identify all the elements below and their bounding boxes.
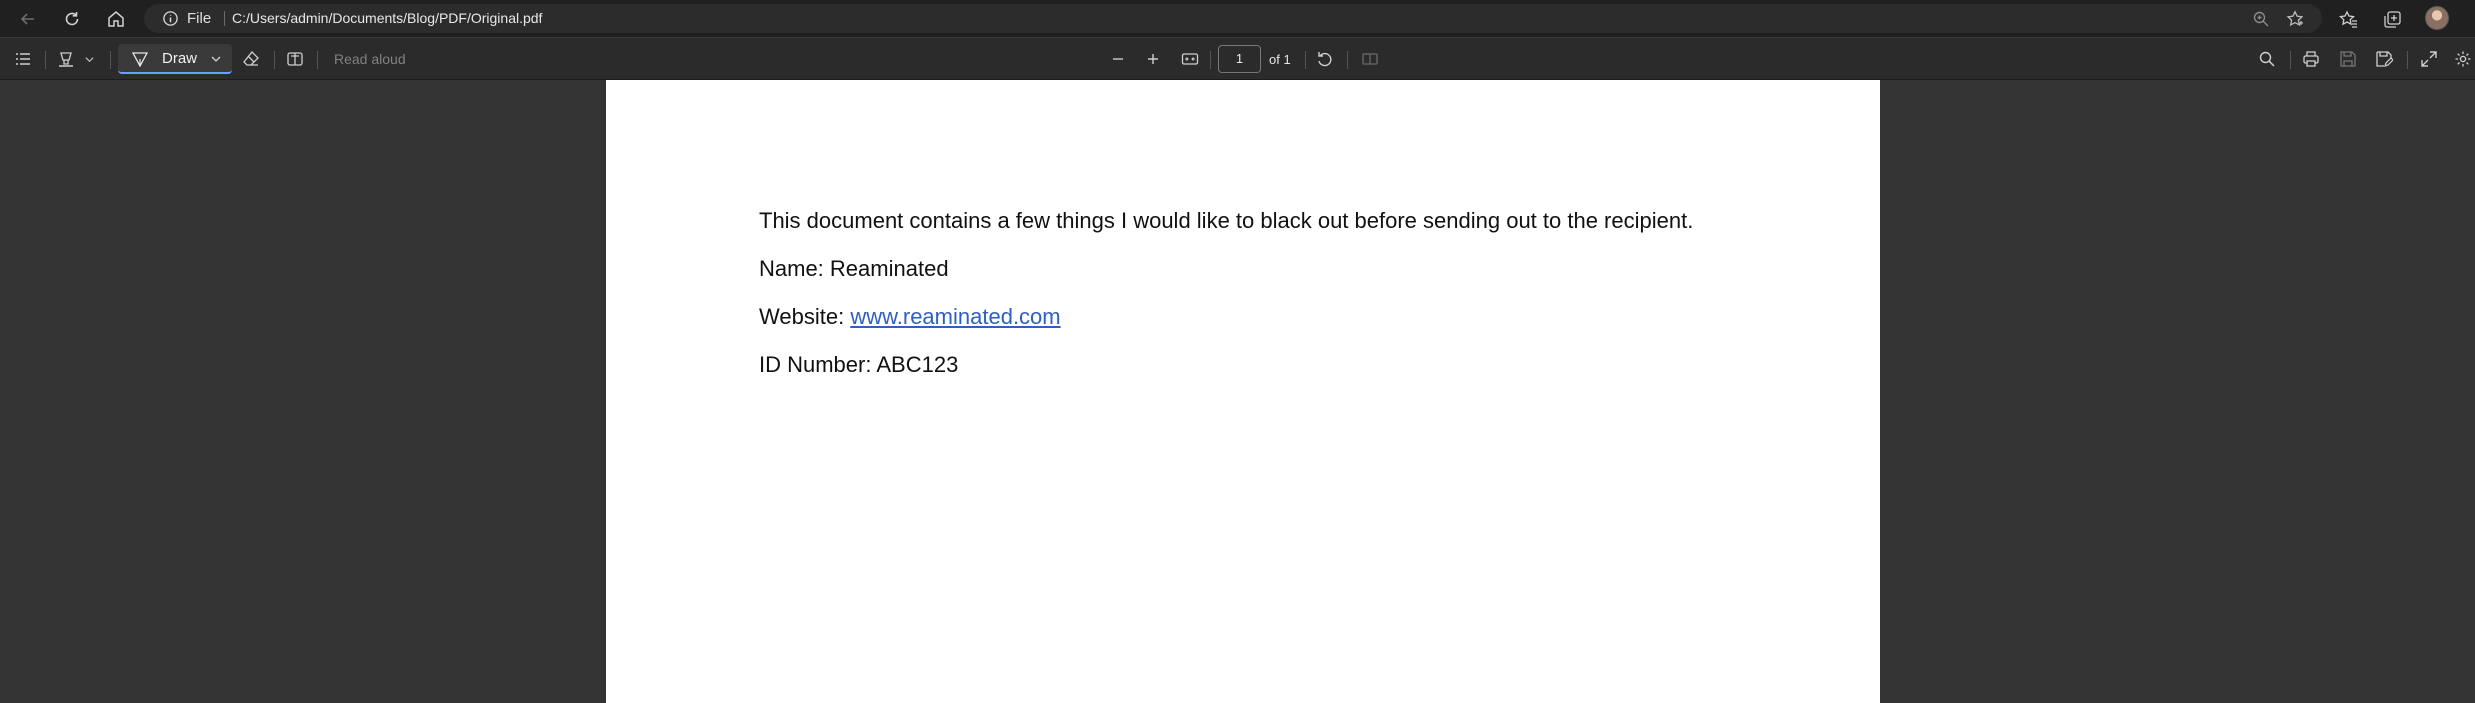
settings-button[interactable]: [2451, 48, 2475, 70]
favorites-icon: [2338, 10, 2357, 28]
page-view-icon: [1362, 53, 1378, 65]
fit-page-button[interactable]: [1178, 48, 1202, 70]
save-as-button[interactable]: [2372, 48, 2396, 70]
toolbar-divider: [317, 51, 318, 69]
draw-pen-icon: [132, 52, 148, 67]
favorites-button[interactable]: [2335, 6, 2361, 32]
eraser-icon: [243, 51, 259, 66]
page-view-button[interactable]: [1358, 48, 1382, 70]
page-number-input[interactable]: 1: [1218, 45, 1261, 73]
print-icon: [2303, 51, 2319, 67]
highlight-options-button[interactable]: [82, 48, 96, 70]
eraser-button[interactable]: [239, 48, 263, 70]
settings-icon: [2455, 51, 2471, 67]
page-total-label: of 1: [1269, 52, 1291, 67]
name-line: Name: Reaminated: [759, 256, 949, 282]
save-as-icon: [2376, 51, 2393, 67]
refresh-button[interactable]: [57, 4, 87, 34]
pdf-page[interactable]: This document contains a few things I wo…: [606, 80, 1880, 703]
favorite-star-icon[interactable]: [2286, 10, 2304, 28]
toolbar-divider: [45, 51, 46, 69]
contents-button[interactable]: [11, 48, 35, 70]
website-line: Website: www.reaminated.com: [759, 304, 1061, 330]
toolbar-divider: [2407, 51, 2408, 69]
draw-label: Draw: [162, 50, 198, 67]
draw-button[interactable]: Draw: [118, 44, 232, 74]
chevron-down-icon[interactable]: [210, 53, 222, 65]
zoom-icon[interactable]: [2252, 10, 2270, 28]
collections-icon: [2383, 10, 2401, 28]
collections-button[interactable]: [2379, 6, 2405, 32]
name-label: Name:: [759, 256, 830, 281]
text-box-icon: [287, 52, 303, 66]
pdf-toolbar: Draw Read aloud 1 of 1: [0, 37, 2475, 80]
id-value: ABC123: [876, 352, 959, 377]
profile-avatar[interactable]: [2425, 6, 2449, 30]
zoom-in-icon: [1148, 54, 1158, 64]
search-button[interactable]: [2255, 48, 2279, 70]
fullscreen-button[interactable]: [2417, 48, 2441, 70]
toolbar-divider: [110, 51, 111, 69]
address-bar[interactable]: File C:/Users/admin/Documents/Blog/PDF/O…: [144, 4, 2322, 33]
print-button[interactable]: [2299, 48, 2323, 70]
address-url[interactable]: C:/Users/admin/Documents/Blog/PDF/Origin…: [232, 4, 542, 33]
fit-page-icon: [1181, 53, 1199, 65]
zoom-in-button[interactable]: [1141, 48, 1165, 70]
browser-titlebar: File C:/Users/admin/Documents/Blog/PDF/O…: [0, 0, 2475, 37]
toolbar-divider: [2290, 51, 2291, 69]
website-label: Website:: [759, 304, 851, 329]
name-value: Reaminated: [829, 256, 949, 281]
toolbar-divider: [1347, 51, 1348, 69]
document-intro: This document contains a few things I wo…: [759, 208, 1694, 233]
highlight-button[interactable]: [54, 48, 78, 70]
zoom-out-icon: [1113, 58, 1123, 60]
highlight-icon: [59, 52, 73, 67]
address-divider: [224, 11, 225, 26]
rotate-icon: [1318, 52, 1332, 67]
id-line: ID Number: ABC123: [759, 352, 958, 378]
back-button[interactable]: [13, 4, 43, 34]
chevron-down-icon: [84, 56, 94, 62]
toolbar-divider: [1210, 51, 1211, 69]
back-icon: [20, 13, 34, 25]
address-scheme-label[interactable]: File: [187, 4, 211, 33]
save-button[interactable]: [2336, 48, 2360, 70]
refresh-icon: [65, 12, 79, 26]
contents-icon: [16, 53, 30, 65]
save-icon: [2340, 51, 2356, 67]
rotate-button[interactable]: [1313, 48, 1337, 70]
fullscreen-icon: [2421, 51, 2437, 67]
read-aloud-button[interactable]: Read aloud: [334, 38, 406, 81]
text-box-button[interactable]: [283, 48, 307, 70]
info-icon[interactable]: [162, 10, 179, 27]
id-label: ID Number:: [759, 352, 877, 377]
toolbar-divider: [1305, 51, 1306, 69]
toolbar-divider: [274, 51, 275, 69]
home-button[interactable]: [101, 4, 131, 34]
website-link[interactable]: www.reaminated.com: [850, 304, 1060, 329]
home-icon: [108, 11, 124, 27]
zoom-out-button[interactable]: [1106, 48, 1130, 70]
search-icon: [2259, 51, 2275, 67]
